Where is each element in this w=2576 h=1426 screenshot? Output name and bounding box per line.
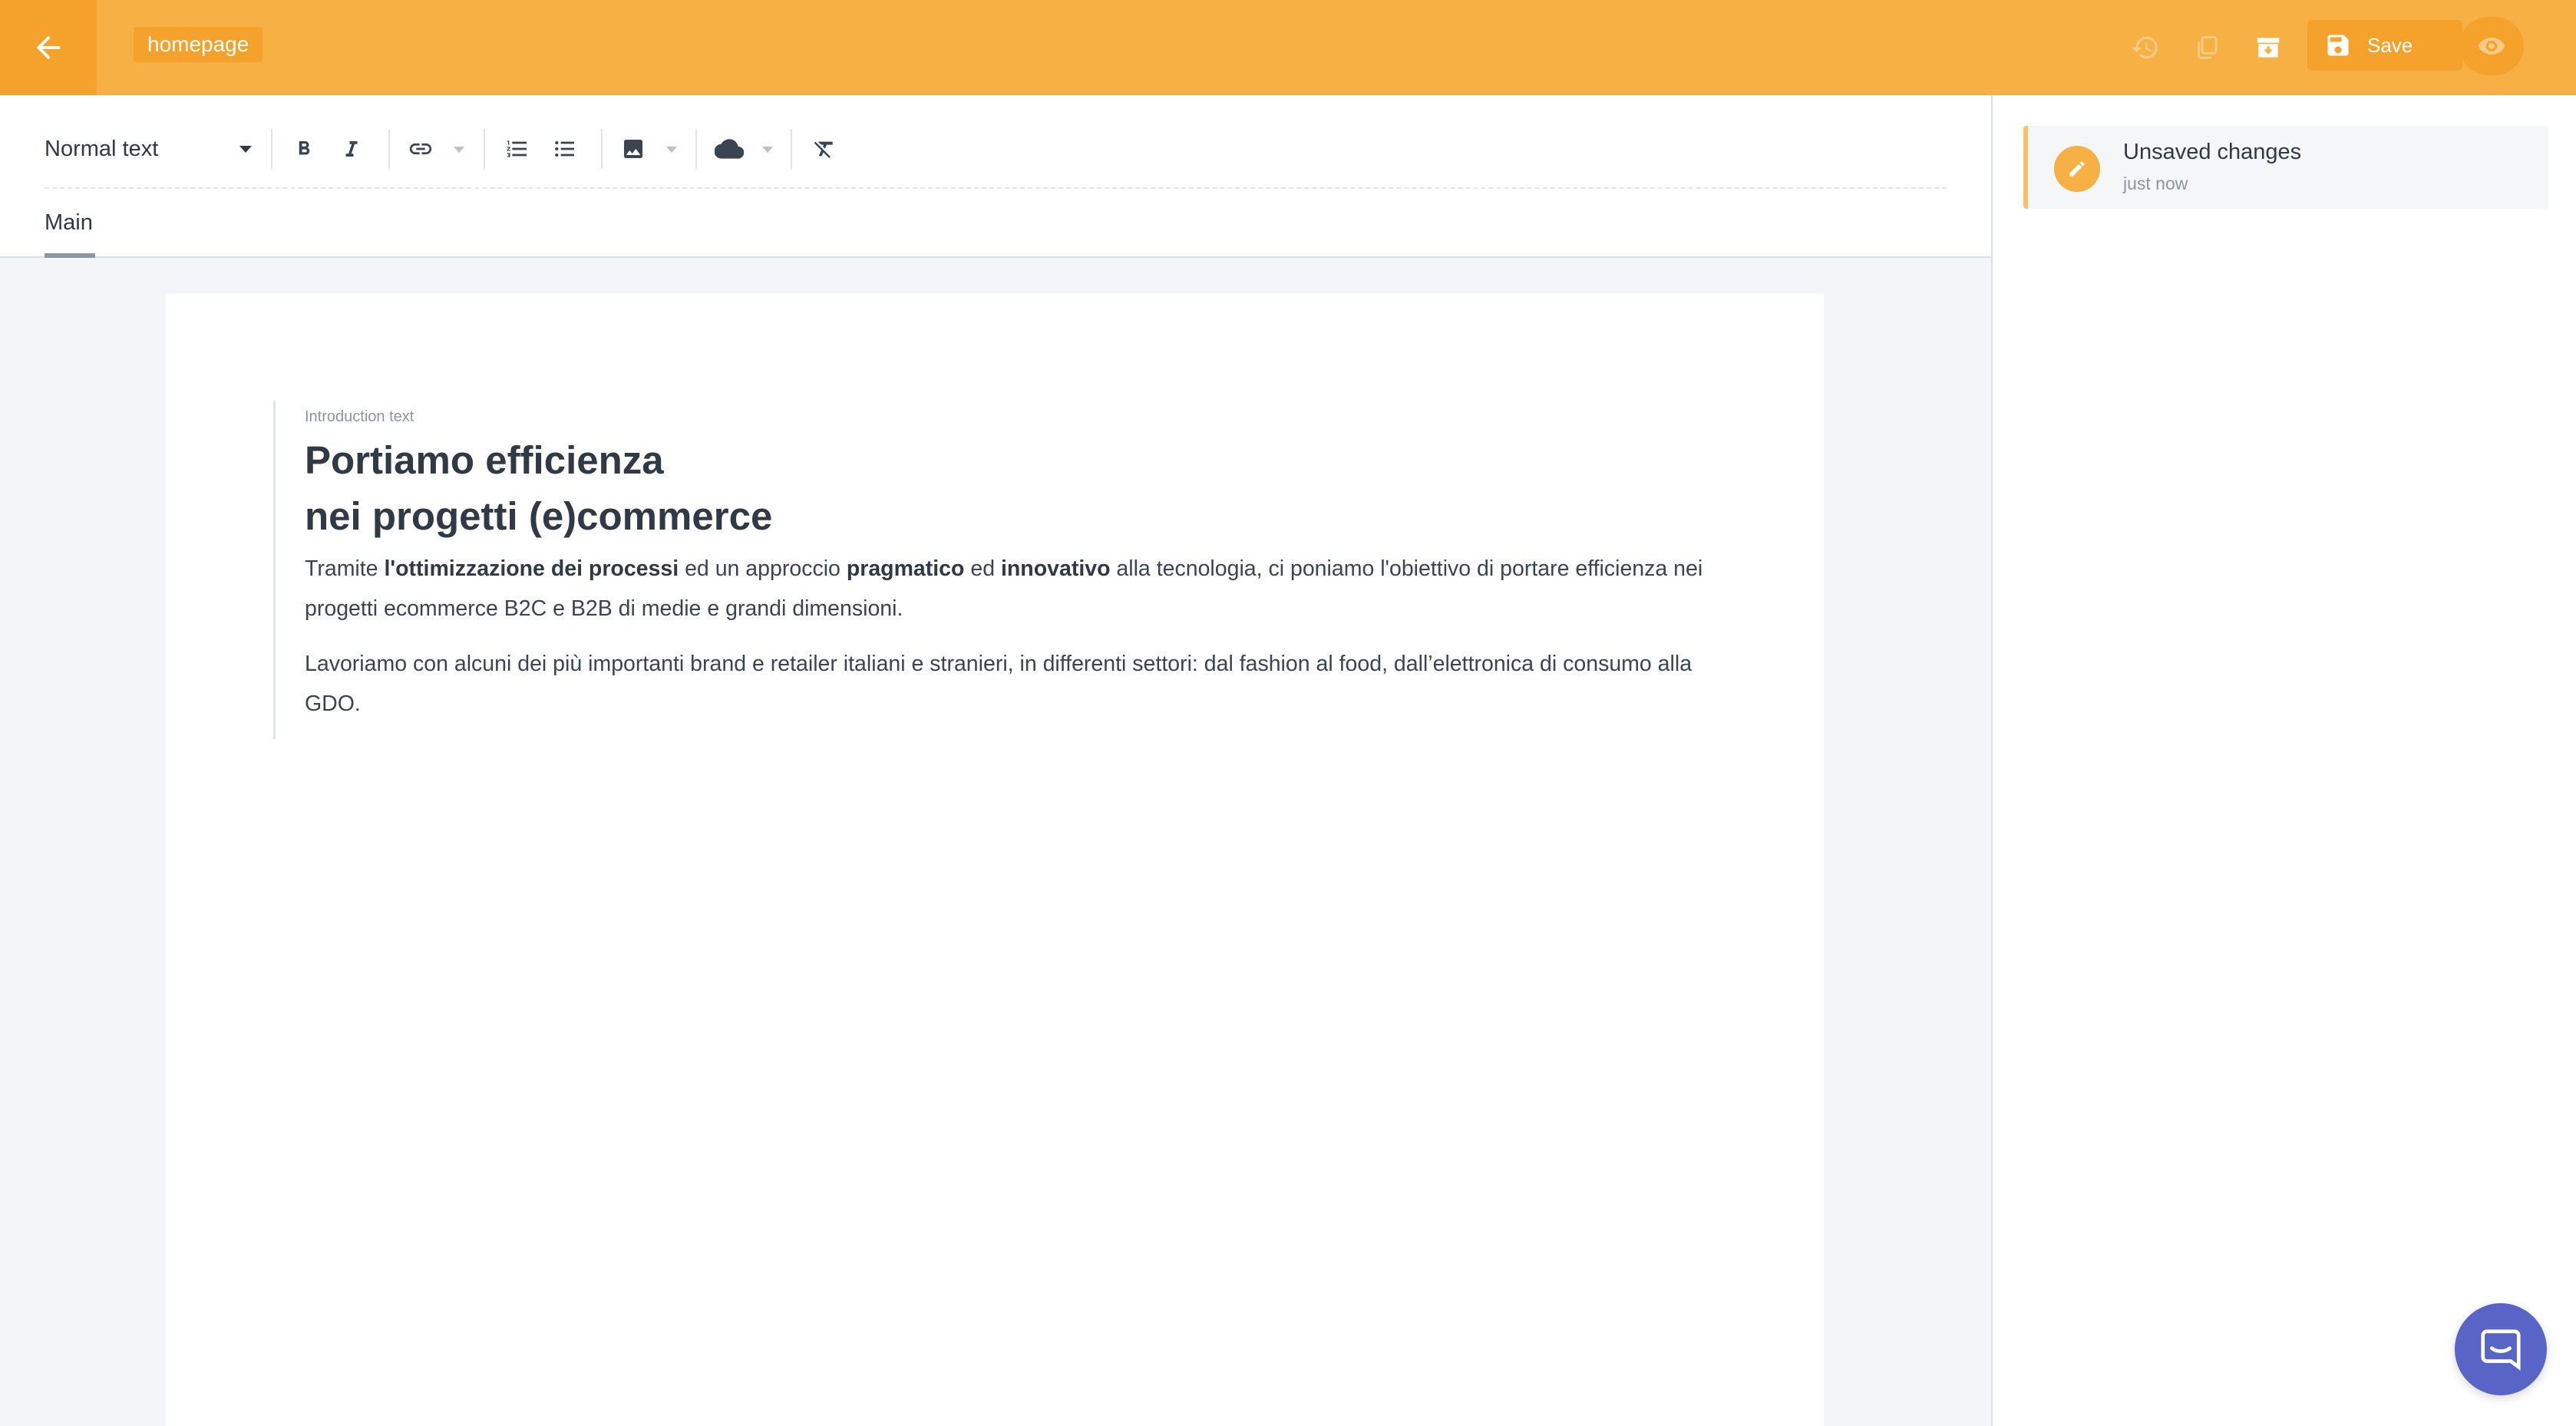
duplicate-button[interactable] bbox=[2188, 29, 2225, 66]
cloud-options-chevron-icon[interactable] bbox=[762, 147, 773, 153]
chat-button[interactable] bbox=[2455, 1303, 2547, 1395]
editor-header: Normal text Main bbox=[0, 95, 1991, 258]
activity-panel: Unsaved changes just now bbox=[1991, 95, 2576, 1426]
introduction-block[interactable]: Introduction text Portiamo efficienza ne… bbox=[273, 401, 1763, 739]
floppy-disk-icon bbox=[2323, 30, 2353, 61]
text-run: ed un approccio bbox=[679, 556, 847, 581]
image-options-chevron-icon[interactable] bbox=[666, 147, 677, 153]
toolbar-divider bbox=[271, 129, 272, 169]
italic-icon bbox=[345, 141, 358, 157]
history-button[interactable] bbox=[2127, 29, 2164, 66]
ordered-list-button[interactable] bbox=[497, 129, 537, 169]
clear-formatting-button[interactable] bbox=[804, 129, 844, 169]
text-run: Tramite bbox=[305, 556, 385, 581]
unsaved-changes-card: Unsaved changes just now bbox=[2023, 126, 2548, 209]
save-button[interactable]: Save bbox=[2307, 20, 2462, 71]
bold-text-run: pragmatico bbox=[846, 556, 965, 581]
save-label: Save bbox=[2367, 33, 2413, 57]
toolbar-divider bbox=[791, 129, 792, 169]
image-icon bbox=[624, 140, 642, 158]
chevron-down-icon bbox=[239, 146, 252, 153]
link-options-chevron-icon[interactable] bbox=[454, 147, 464, 153]
bold-text-run: innovativo bbox=[1000, 556, 1111, 581]
introduction-title[interactable]: Portiamo efficienza nei progetti (e)comm… bbox=[305, 432, 1763, 544]
document-name[interactable]: homepage bbox=[134, 27, 263, 62]
clear-formatting-icon bbox=[814, 141, 833, 158]
bold-button[interactable] bbox=[284, 129, 324, 169]
active-tab-indicator bbox=[45, 253, 95, 258]
bullet-list-button[interactable] bbox=[545, 129, 585, 169]
chat-icon bbox=[2481, 1329, 2521, 1371]
tab-main-label: Main bbox=[45, 210, 93, 235]
eye-icon bbox=[2478, 37, 2505, 55]
tab-main[interactable]: Main bbox=[45, 210, 95, 258]
archive-icon bbox=[2257, 38, 2280, 58]
introduction-paragraph-1[interactable]: Tramite l'ottimizzazione dei processi ed… bbox=[305, 549, 1709, 629]
archive-button[interactable] bbox=[2250, 29, 2287, 66]
bullet-list-icon bbox=[555, 140, 574, 157]
copy-icon bbox=[2198, 36, 2218, 59]
introduction-paragraph-2[interactable]: Lavoriamo con alcuni dei più importanti … bbox=[305, 644, 1709, 724]
history-icon bbox=[2132, 36, 2158, 59]
toolbar-divider bbox=[388, 129, 390, 169]
toolbar-divider bbox=[601, 129, 603, 169]
text-run: ed bbox=[964, 556, 1001, 581]
editor-page[interactable]: Introduction text Portiamo efficienza ne… bbox=[166, 293, 1824, 1426]
toolbar-divider bbox=[695, 129, 697, 169]
preview-button[interactable] bbox=[2459, 17, 2524, 75]
cloud-icon bbox=[715, 139, 744, 159]
link-button[interactable] bbox=[401, 129, 441, 169]
arrow-left-icon bbox=[36, 35, 61, 60]
text-style-select[interactable]: Normal text bbox=[45, 121, 252, 177]
status-time: just now bbox=[2123, 173, 2188, 193]
bold-icon bbox=[299, 141, 310, 155]
back-button[interactable] bbox=[0, 0, 97, 95]
pencil-icon bbox=[2054, 146, 2100, 192]
toolbar-separator bbox=[45, 187, 1947, 189]
ordered-list-icon bbox=[507, 140, 527, 157]
link-icon bbox=[409, 143, 432, 155]
status-title: Unsaved changes bbox=[2123, 140, 2302, 164]
toolbar-divider bbox=[484, 129, 485, 169]
bold-text-run: l'ottimizzazione dei processi bbox=[384, 556, 679, 581]
introduction-label: Introduction text bbox=[305, 408, 414, 425]
formatting-toolbar: Normal text bbox=[45, 121, 1948, 177]
top-bar: homepage Save bbox=[0, 0, 2576, 95]
cloud-button[interactable] bbox=[709, 129, 749, 169]
image-button[interactable] bbox=[613, 129, 653, 169]
italic-button[interactable] bbox=[332, 129, 372, 169]
text-style-label: Normal text bbox=[45, 136, 159, 161]
